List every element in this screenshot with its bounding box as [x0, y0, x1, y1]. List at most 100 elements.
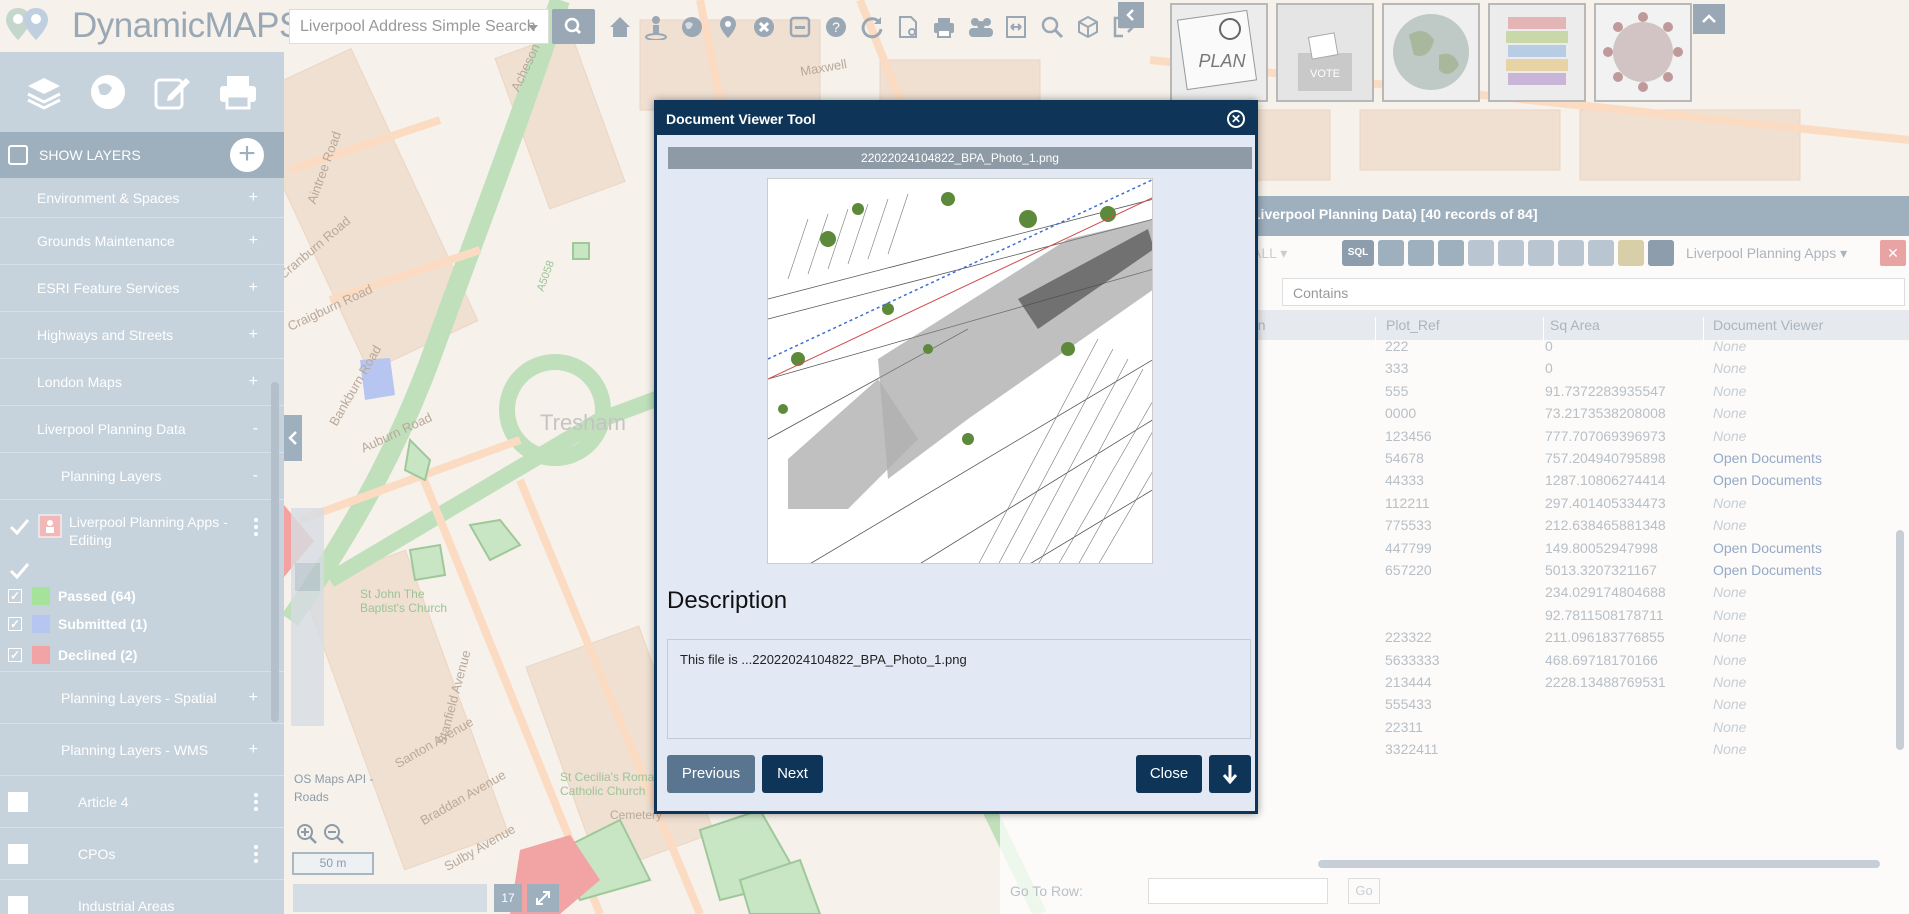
layer-group-liverpool-planning[interactable]: Liverpool Planning Data -	[0, 406, 284, 453]
document-icon[interactable]	[1588, 240, 1614, 266]
zoom-icon[interactable]	[1038, 9, 1066, 45]
circle-select-icon[interactable]	[1498, 240, 1524, 266]
legend-item-submitted[interactable]: ✓ Submitted (1)	[0, 610, 284, 638]
layer-checkbox[interactable]	[8, 895, 28, 914]
column-header[interactable]: Document Viewer	[1713, 317, 1823, 333]
globe-icon[interactable]	[88, 72, 128, 112]
thumbnail-virus[interactable]	[1594, 3, 1692, 102]
layer-checkbox[interactable]	[8, 791, 28, 812]
sidebar-collapse-button[interactable]	[284, 415, 302, 461]
more-options-icon[interactable]	[254, 518, 258, 536]
layer-group-london[interactable]: London Maps +	[0, 359, 284, 406]
filter-mode-select[interactable]: Contains	[1282, 278, 1905, 306]
search-button[interactable]	[552, 9, 595, 44]
expand-icon[interactable]: +	[249, 232, 258, 250]
person-icon[interactable]	[642, 9, 670, 45]
globe-icon[interactable]	[678, 9, 706, 45]
open-documents-link[interactable]: Open Documents	[1713, 562, 1822, 578]
refresh-icon[interactable]	[1438, 240, 1464, 266]
more-options-icon[interactable]	[254, 844, 258, 863]
clear-filter-icon[interactable]	[1408, 240, 1434, 266]
report-icon[interactable]	[1618, 240, 1644, 266]
zoom-in-icon[interactable]	[296, 823, 318, 845]
layer-subgroup-spatial[interactable]: Planning Layers - Spatial +	[0, 672, 284, 724]
open-documents-link[interactable]: Open Documents	[1713, 540, 1822, 556]
active-layer-row[interactable]: Liverpool Planning Apps - Editing	[0, 500, 284, 560]
open-documents-link[interactable]: Open Documents	[1713, 450, 1822, 466]
edit-icon[interactable]	[152, 72, 192, 112]
thumbnail-vote[interactable]: VOTE	[1276, 3, 1374, 102]
previous-button[interactable]: Previous	[667, 755, 755, 793]
expand-icon[interactable]: +	[249, 373, 258, 391]
globe-icon[interactable]	[1558, 240, 1584, 266]
thumbnail-globe[interactable]	[1382, 3, 1480, 102]
expand-icon[interactable]: +	[249, 279, 258, 297]
more-options-icon[interactable]	[254, 792, 258, 811]
show-layers-checkbox[interactable]	[8, 145, 28, 165]
close-icon[interactable]: ✕	[1227, 110, 1245, 128]
refresh-icon[interactable]	[858, 9, 886, 45]
go-to-row-input[interactable]	[1148, 878, 1328, 904]
print-icon[interactable]	[930, 9, 958, 45]
next-button[interactable]: Next	[762, 755, 823, 793]
collapse-toolbar-button[interactable]	[1118, 2, 1144, 28]
column-header[interactable]: Sq Area	[1550, 317, 1600, 333]
sidebar-scrollbar[interactable]	[271, 382, 279, 722]
description-textarea[interactable]: This file is ...22022024104822_BPA_Photo…	[667, 639, 1251, 739]
layer-checkbox[interactable]	[8, 843, 28, 864]
layers-icon[interactable]	[24, 72, 64, 112]
app-logo[interactable]: DynamicMAPS	[0, 0, 302, 52]
document-icon[interactable]	[894, 9, 922, 45]
expand-icon[interactable]: +	[249, 326, 258, 344]
layer-group-environment[interactable]: Environment & Spaces +	[0, 178, 284, 218]
zoom-out-icon[interactable]	[323, 823, 345, 845]
legend-checkbox[interactable]: ✓	[8, 647, 22, 662]
checkmark-icon[interactable]	[8, 516, 30, 538]
save-icon[interactable]	[1648, 240, 1674, 266]
expand-icon[interactable]: +	[249, 689, 258, 707]
collapse-icon[interactable]: -	[253, 420, 258, 438]
legend-item-declined[interactable]: ✓ Declined (2)	[0, 638, 284, 672]
close-table-button[interactable]: ✕	[1880, 240, 1906, 266]
zoom-slider-handle[interactable]	[295, 563, 320, 591]
layer-group-grounds[interactable]: Grounds Maintenance +	[0, 218, 284, 265]
copy-icon[interactable]	[1468, 240, 1494, 266]
collapse-thumbnails-button[interactable]	[1693, 4, 1725, 34]
column-header[interactable]: Plot_Ref	[1386, 317, 1440, 333]
table-vertical-scrollbar[interactable]	[1896, 530, 1904, 750]
layer-subgroup-planning-layers[interactable]: Planning Layers -	[0, 453, 284, 500]
layer-row-article4[interactable]: Article 4	[0, 776, 284, 828]
layer-row-cpos[interactable]: CPOs	[0, 828, 284, 880]
cube-icon[interactable]	[1074, 9, 1102, 45]
image-icon[interactable]	[1528, 240, 1554, 266]
legend-checkbox[interactable]: ✓	[8, 617, 22, 631]
checkmark-icon[interactable]	[8, 560, 30, 582]
sql-button[interactable]: SQL	[1342, 240, 1374, 266]
add-layer-button[interactable]: +	[230, 138, 264, 172]
location-pin-icon[interactable]	[714, 9, 742, 45]
thumbnail-books[interactable]	[1488, 3, 1586, 102]
zoom-slider[interactable]	[291, 508, 324, 726]
records-select[interactable]: ALL ▾	[1252, 240, 1332, 266]
table-layer-select[interactable]: Liverpool Planning Apps ▾	[1680, 238, 1870, 268]
layer-group-esri[interactable]: ESRI Feature Services +	[0, 265, 284, 312]
print-icon[interactable]	[216, 72, 260, 112]
expand-icon[interactable]: +	[249, 741, 258, 759]
fullscreen-button[interactable]	[527, 884, 559, 912]
collapse-icon[interactable]: -	[253, 467, 258, 485]
layer-group-highways[interactable]: Highways and Streets +	[0, 312, 284, 359]
filter-icon[interactable]	[1378, 240, 1404, 266]
legend-checkbox[interactable]: ✓	[8, 589, 22, 603]
help-icon[interactable]: ?	[822, 9, 850, 45]
measure-icon[interactable]	[1002, 9, 1030, 45]
download-button[interactable]	[1209, 755, 1251, 793]
legend-item-passed[interactable]: ✓ Passed (64)	[0, 582, 284, 610]
address-search-select[interactable]: Liverpool Address Simple Search	[289, 9, 549, 44]
layer-row-industrial[interactable]: Industrial Areas	[0, 880, 284, 914]
open-documents-link[interactable]: Open Documents	[1713, 472, 1822, 488]
expand-icon[interactable]: +	[249, 189, 258, 207]
go-button[interactable]: Go	[1348, 878, 1380, 904]
clear-icon[interactable]	[750, 9, 778, 45]
close-button[interactable]: Close	[1136, 755, 1202, 793]
window-icon[interactable]	[786, 9, 814, 45]
